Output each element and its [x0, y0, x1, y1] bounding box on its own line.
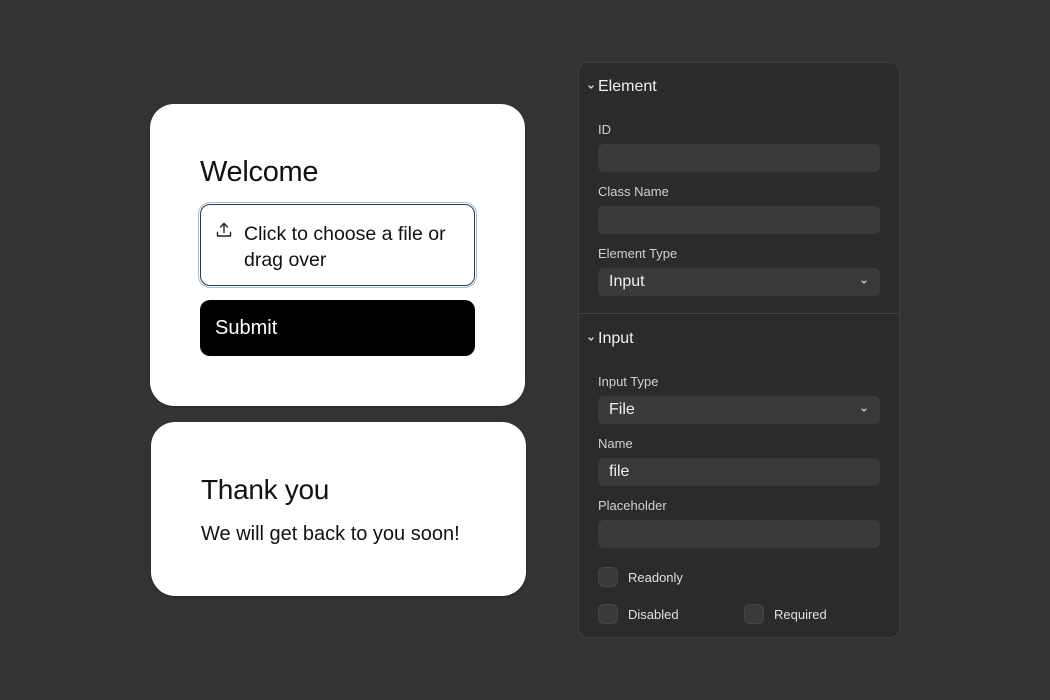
input-section-header[interactable]: Input: [585, 329, 634, 349]
id-label: ID: [598, 122, 611, 137]
input-type-select[interactable]: File: [598, 396, 880, 424]
chevron-down-icon: [588, 337, 594, 341]
element-type-label: Element Type: [598, 246, 678, 261]
thank-you-card[interactable]: Thank you We will get back to you soon!: [151, 422, 526, 596]
readonly-label: Readonly: [628, 569, 683, 585]
required-label: Required: [774, 606, 827, 622]
id-field[interactable]: [598, 144, 880, 172]
disabled-checkbox-row[interactable]: Disabled: [598, 604, 679, 624]
file-upload-placeholder: Click to choose a file or drag over: [244, 223, 446, 271]
element-type-select[interactable]: Input: [598, 268, 880, 296]
thank-you-message: We will get back to you soon!: [201, 523, 460, 545]
upload-icon: [216, 222, 232, 237]
stage: Welcome Click to choose a file or drag o…: [0, 0, 1050, 700]
welcome-title: Welcome: [200, 156, 319, 188]
name-label: Name: [598, 436, 633, 451]
readonly-checkbox-row[interactable]: Readonly: [598, 567, 683, 587]
element-type-value: Input: [609, 273, 645, 290]
class-name-field[interactable]: [598, 206, 880, 234]
name-field[interactable]: file: [598, 458, 880, 486]
properties-panel: Element ID Class Name Element Type Input…: [578, 62, 900, 638]
disabled-label: Disabled: [628, 606, 679, 622]
class-name-label: Class Name: [598, 184, 669, 199]
readonly-checkbox[interactable]: [598, 567, 618, 587]
input-type-label: Input Type: [598, 374, 659, 389]
element-section-header[interactable]: Element: [585, 77, 657, 97]
welcome-form-card[interactable]: Welcome Click to choose a file or drag o…: [150, 104, 525, 406]
chevron-down-icon: [861, 408, 867, 412]
thank-you-title: Thank you: [201, 474, 330, 505]
disabled-checkbox[interactable]: [598, 604, 618, 624]
placeholder-field[interactable]: [598, 520, 880, 548]
element-section-title: Element: [598, 78, 657, 95]
submit-button[interactable]: Submit: [200, 300, 475, 356]
input-section-title: Input: [598, 330, 634, 347]
required-checkbox-row[interactable]: Required: [744, 604, 827, 624]
chevron-down-icon: [588, 85, 594, 89]
placeholder-label: Placeholder: [598, 498, 667, 513]
required-checkbox[interactable]: [744, 604, 764, 624]
input-type-value: File: [609, 401, 635, 418]
file-upload-input[interactable]: Click to choose a file or drag over: [198, 202, 477, 288]
section-divider: [579, 313, 899, 314]
chevron-down-icon: [861, 280, 867, 284]
